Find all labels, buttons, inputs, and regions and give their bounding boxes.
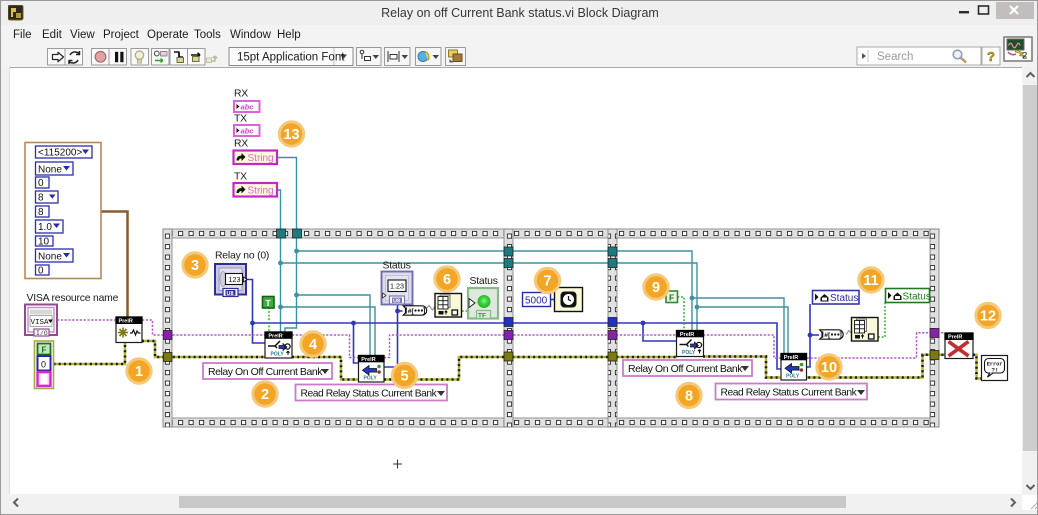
svg-text:RX: RX <box>234 89 248 100</box>
svg-text:2: 2 <box>261 387 269 403</box>
svg-text:VISA: VISA <box>31 319 50 327</box>
svg-text:0: 0 <box>38 266 44 277</box>
svg-text:1: 1 <box>135 364 143 380</box>
svg-text:Status: Status <box>470 276 498 287</box>
svg-text:RX: RX <box>234 139 248 150</box>
svg-text:<115200>: <115200> <box>38 148 82 159</box>
svg-text:Status: Status <box>830 293 858 304</box>
svg-text:5000: 5000 <box>525 296 548 307</box>
svg-text:13: 13 <box>283 127 299 143</box>
svg-text:U8: U8 <box>393 299 400 305</box>
svg-text:11: 11 <box>863 273 878 289</box>
svg-text:1.23: 1.23 <box>390 282 404 291</box>
svg-text:TX: TX <box>234 172 247 183</box>
svg-text:3: 3 <box>191 258 199 274</box>
svg-text:U8: U8 <box>227 291 234 297</box>
svg-text:TF: TF <box>478 313 486 320</box>
svg-text:4: 4 <box>309 337 317 353</box>
svg-text:8: 8 <box>38 193 44 204</box>
svg-text:None: None <box>38 165 62 176</box>
svg-text:I/O: I/O <box>36 330 48 337</box>
svg-text:10: 10 <box>821 360 837 376</box>
svg-text:T: T <box>266 298 272 308</box>
svg-text:10: 10 <box>38 237 50 248</box>
svg-text:8: 8 <box>685 389 693 405</box>
svg-text:12: 12 <box>980 309 996 325</box>
svg-text:VISA resource name: VISA resource name <box>27 293 119 304</box>
svg-text:PreIR: PreIR <box>119 319 133 325</box>
svg-text:TX: TX <box>234 114 247 125</box>
svg-text:8: 8 <box>38 207 44 218</box>
svg-text:7: 7 <box>543 274 551 290</box>
svg-text:F: F <box>669 292 674 302</box>
svg-text:1.0: 1.0 <box>38 222 52 233</box>
svg-text:123: 123 <box>229 275 241 284</box>
svg-text:6: 6 <box>443 272 451 288</box>
svg-text:None: None <box>38 252 62 263</box>
svg-text:5: 5 <box>400 369 408 385</box>
svg-text:0: 0 <box>41 360 46 370</box>
svg-text:?!: ?! <box>992 367 999 374</box>
svg-text:9: 9 <box>652 280 660 296</box>
svg-text:0: 0 <box>38 178 44 189</box>
svg-text:PreIR: PreIR <box>948 335 962 341</box>
svg-text:Relay no (0): Relay no (0) <box>215 251 269 262</box>
svg-text:Status: Status <box>383 261 411 272</box>
svg-text:F: F <box>42 346 47 355</box>
svg-text:Status: Status <box>903 292 931 303</box>
